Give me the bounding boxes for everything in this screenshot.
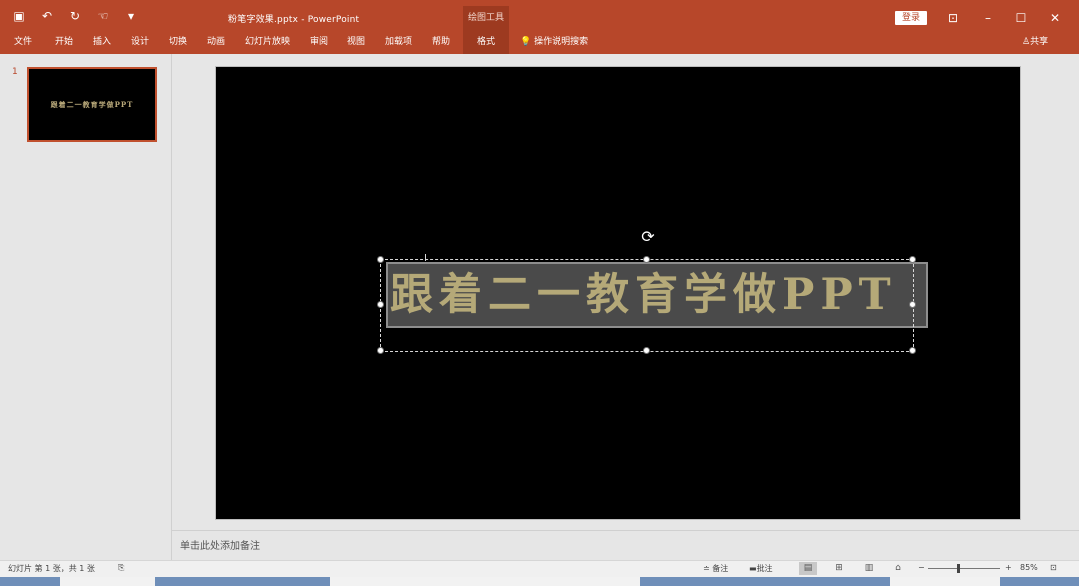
- fit-to-window-icon[interactable]: ⊡: [1050, 563, 1057, 572]
- zoom-slider-track[interactable]: [928, 568, 1000, 569]
- tab-slideshow[interactable]: 幻灯片放映: [245, 33, 290, 54]
- resize-handle-left[interactable]: [377, 301, 384, 308]
- tab-home[interactable]: 开始: [55, 33, 73, 54]
- tab-format[interactable]: 格式: [463, 33, 509, 54]
- desktop-decoration: [60, 577, 155, 586]
- tab-design[interactable]: 设计: [131, 33, 149, 54]
- slide-count-info: 幻灯片 第 1 张，共 1 张: [8, 564, 95, 573]
- customize-qat-icon[interactable]: ▾: [122, 8, 140, 24]
- slide-editing-area: 跟着二一教育学做PPT I ⟳: [172, 54, 1079, 530]
- slide-thumbnail-pane: 1 跟着二一教育学做PPT: [0, 54, 172, 560]
- tab-file[interactable]: 文件: [14, 33, 32, 54]
- touch-mode-icon[interactable]: ☜: [94, 8, 112, 24]
- person-icon: ♙: [1022, 37, 1031, 47]
- ribbon-display-options-icon[interactable]: ⊡: [945, 10, 961, 26]
- tab-help[interactable]: 帮助: [432, 33, 450, 54]
- accessibility-icon[interactable]: ⎘: [118, 563, 124, 573]
- ribbon-tabs: 文件 开始 插入 设计 切换 动画 幻灯片放映 审阅 视图 加载项 帮助 格式 …: [0, 33, 1079, 54]
- tab-insert[interactable]: 插入: [93, 33, 111, 54]
- maximize-icon[interactable]: ☐: [1013, 10, 1029, 26]
- tab-transitions[interactable]: 切换: [169, 33, 187, 54]
- notes-icon: ≐: [703, 564, 710, 573]
- selection-frame: [380, 259, 914, 352]
- close-icon[interactable]: ✕: [1047, 10, 1063, 26]
- zoom-in-button[interactable]: +: [1005, 563, 1012, 572]
- slide-sorter-icon[interactable]: ⊞: [830, 562, 848, 575]
- share-label: 共享: [1030, 37, 1049, 47]
- notes-toggle[interactable]: ≐ 备注: [703, 563, 728, 574]
- text-cursor-icon: I: [424, 253, 427, 264]
- resize-handle-top[interactable]: [643, 256, 650, 263]
- normal-view-icon[interactable]: ▤: [799, 562, 817, 575]
- thumbnail-number: 1: [12, 67, 18, 77]
- comment-icon: ▬: [749, 564, 757, 573]
- resize-handle-bottom-right[interactable]: [909, 347, 916, 354]
- resize-handle-top-right[interactable]: [909, 256, 916, 263]
- undo-icon[interactable]: ↶: [38, 8, 56, 24]
- tell-me-search[interactable]: 💡 操作说明搜索: [520, 33, 588, 54]
- redo-icon[interactable]: ↻: [66, 8, 84, 24]
- resize-handle-top-left[interactable]: [377, 256, 384, 263]
- notes-pane[interactable]: 单击此处添加备注: [172, 530, 1079, 561]
- quick-access-toolbar: ▣ ↶ ↻ ☜ ▾: [10, 8, 140, 24]
- save-icon[interactable]: ▣: [10, 8, 28, 24]
- slide-thumbnail[interactable]: 跟着二一教育学做PPT: [27, 67, 157, 142]
- tab-addins[interactable]: 加载项: [385, 33, 412, 54]
- zoom-level[interactable]: 85%: [1020, 563, 1038, 572]
- minimize-icon[interactable]: –: [980, 10, 996, 26]
- thumbnail-text: 跟着二一教育学做PPT: [50, 100, 134, 109]
- comments-toggle[interactable]: ▬批注: [749, 563, 773, 574]
- tab-view[interactable]: 视图: [347, 33, 365, 54]
- slideshow-view-icon[interactable]: ⌂: [889, 562, 907, 575]
- notes-placeholder[interactable]: 单击此处添加备注: [180, 537, 260, 552]
- tab-review[interactable]: 审阅: [310, 33, 328, 54]
- comments-label: 批注: [756, 564, 773, 573]
- sign-in-button[interactable]: 登录: [895, 11, 927, 25]
- reading-view-icon[interactable]: ▥: [860, 562, 878, 575]
- resize-handle-bottom-left[interactable]: [377, 347, 384, 354]
- drawing-tools-contextual-header: 绘图工具: [463, 6, 509, 33]
- slide-canvas[interactable]: 跟着二一教育学做PPT I ⟳: [215, 66, 1021, 520]
- tab-animations[interactable]: 动画: [207, 33, 225, 54]
- resize-handle-bottom[interactable]: [643, 347, 650, 354]
- document-title: 粉笔字效果.pptx - PowerPoint: [228, 15, 360, 25]
- desktop-decoration: [330, 577, 640, 586]
- zoom-slider-thumb[interactable]: [957, 564, 960, 573]
- notes-label: 备注: [712, 564, 729, 573]
- status-bar: 幻灯片 第 1 张，共 1 张 ⎘ ≐ 备注 ▬批注 ▤ ⊞ ▥ ⌂ − + 8…: [0, 560, 1079, 577]
- rotate-handle-icon[interactable]: ⟳: [638, 227, 658, 247]
- desktop-decoration: [890, 577, 1000, 586]
- title-bar: ▣ ↶ ↻ ☜ ▾ 粉笔字效果.pptx - PowerPoint 绘图工具 登…: [0, 0, 1079, 33]
- share-button[interactable]: ♙共享: [1022, 33, 1048, 54]
- tell-me-label: 操作说明搜索: [534, 37, 589, 47]
- resize-handle-right[interactable]: [909, 301, 916, 308]
- lightbulb-icon: 💡: [520, 37, 532, 47]
- zoom-out-button[interactable]: −: [918, 563, 925, 572]
